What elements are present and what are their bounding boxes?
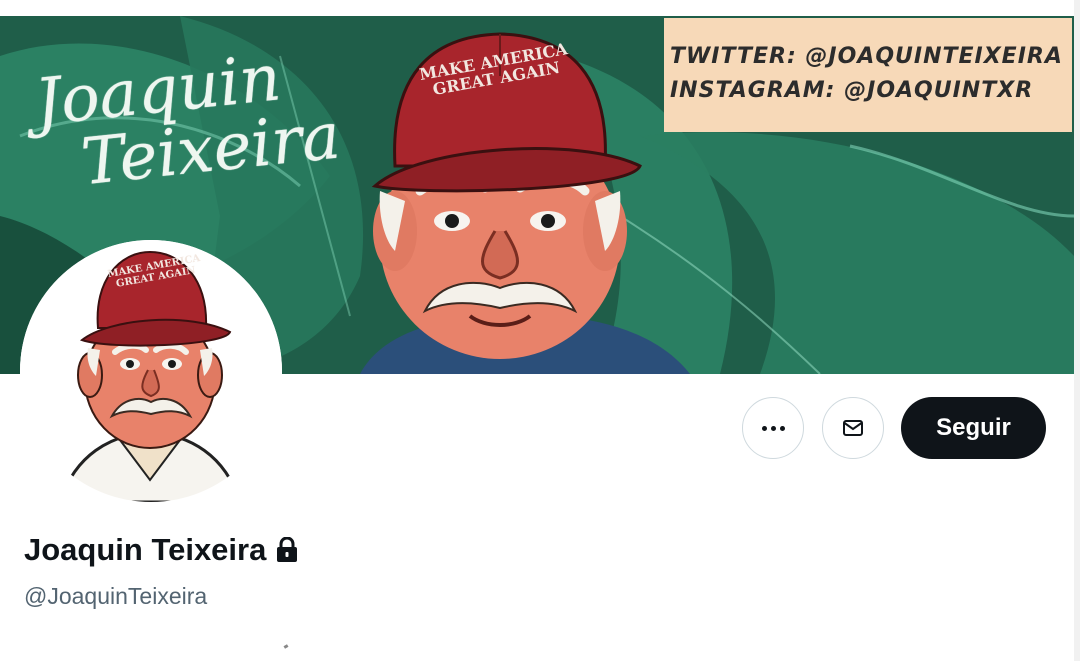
banner-twitter-line: TWITTER: @JOAQUINTEIXEIRA [670,44,1063,69]
more-horizontal-icon [761,425,785,431]
banner-signature: Joaquin Teixeira [32,41,344,200]
page-edge [1074,0,1080,661]
banner-social-box: TWITTER: @JOAQUINTEIXEIRA INSTAGRAM: @JO… [664,18,1072,132]
banner-instagram-line: INSTAGRAM: @JOAQUINTXR [670,78,1034,103]
more-options-button[interactable] [742,397,804,459]
envelope-icon [843,420,863,436]
profile-page: MAKE AMERICA GREAT AGAIN Joaquin Teixeir… [0,0,1080,661]
profile-handle: @JoaquinTeixeira [24,583,208,609]
lock-icon [276,537,298,563]
message-button[interactable] [822,397,884,459]
display-name: Joaquin Teixeira [24,532,267,567]
follow-button-label: Seguir [936,414,1011,441]
divider-mark [283,644,289,649]
follow-button[interactable]: Seguir [901,397,1046,459]
profile-avatar[interactable]: MAKE AMERICA GREAT AGAIN [20,240,282,502]
profile-display-name-row: Joaquin Teixeira [24,532,298,568]
